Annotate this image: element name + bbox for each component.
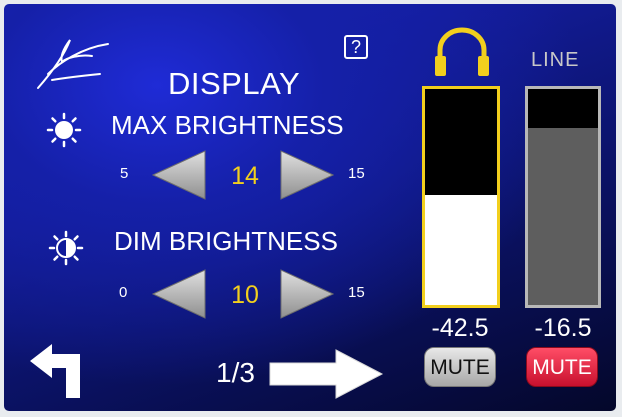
max-brightness-value: 14 [231,162,259,190]
max-brightness-max: 15 [348,165,365,182]
dim-brightness-increase-button[interactable] [279,269,335,319]
max-brightness-increase-button[interactable] [279,150,335,200]
next-arrow-icon[interactable] [266,348,386,400]
dim-brightness-value: 10 [231,281,259,309]
line-level-meter [525,86,601,308]
page-indicator: 1/3 [216,357,255,388]
display-settings-screen: ? DISPLAY MAX BRIGHTNESS 5 14 15 DIM BRI… [4,4,616,411]
line-level-value: -16.5 [534,314,592,342]
headphone-level-fill [425,194,497,305]
headphone-level-meter [422,86,500,308]
dim-brightness-decrease-button[interactable] [151,269,207,319]
dim-brightness-label: DIM BRIGHTNESS [114,226,338,256]
page-title: DISPLAY [168,66,301,101]
dim-brightness-min: 0 [119,284,128,301]
help-button[interactable]: ? [344,35,368,59]
line-level-fill [528,127,598,305]
line-label: LINE [531,49,580,71]
max-brightness-label: MAX BRIGHTNESS [111,110,344,140]
max-brightness-decrease-button[interactable] [151,150,207,200]
dim-brightness-max: 15 [348,284,365,301]
sun-icon [46,112,82,148]
headphone-level-value: -42.5 [431,314,489,342]
headphones-icon [435,27,489,76]
max-brightness-min: 5 [120,165,129,182]
half-sun-icon [48,230,84,266]
signature-logo-icon [37,39,109,89]
line-mute-button[interactable]: MUTE [526,347,598,387]
headphone-mute-button[interactable]: MUTE [424,347,496,387]
back-arrow-icon[interactable] [28,344,90,400]
